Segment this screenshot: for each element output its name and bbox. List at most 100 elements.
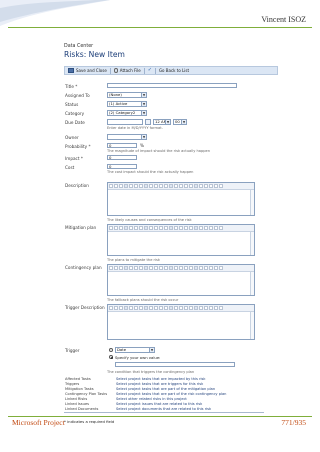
related-link-affected-tasks[interactable]: Select project tasks that are impacted b… bbox=[116, 377, 206, 381]
due-date-hint: Enter date in M/D/YYYY format. bbox=[107, 126, 163, 130]
description-label: Description bbox=[65, 183, 89, 188]
rich-text-toolbar bbox=[108, 305, 254, 312]
due-date-label: Due Date bbox=[65, 120, 85, 125]
chevron-down-icon: ▼ bbox=[141, 102, 146, 106]
header-swoosh-graphic bbox=[0, 0, 110, 26]
trigger-own-value-label: Specify your own value: bbox=[115, 355, 161, 360]
related-link-mitigation-tasks[interactable]: Select project tasks that are part of th… bbox=[116, 387, 215, 391]
probability-label: Probability * bbox=[65, 144, 91, 149]
scrollbar[interactable] bbox=[250, 232, 254, 255]
go-back-to-list-label: Go Back to List bbox=[158, 68, 190, 73]
description-hint: The likely causes and consequences of th… bbox=[107, 218, 192, 222]
category-value: (2) Category2 bbox=[109, 110, 136, 115]
save-icon bbox=[68, 68, 74, 73]
cost-input[interactable]: 0 bbox=[107, 164, 137, 169]
page-title: Risks: New Item bbox=[64, 50, 125, 59]
rich-text-toolbar bbox=[108, 265, 254, 272]
related-label: Linked Risks bbox=[65, 397, 88, 401]
trigger-own-value-radio[interactable] bbox=[109, 355, 113, 359]
go-back-to-list-button[interactable]: Go Back to List bbox=[159, 68, 189, 73]
trigger-hint: The condition that triggers the continge… bbox=[107, 370, 195, 374]
trigger-description-label: Trigger Description bbox=[65, 305, 105, 310]
trigger-label: Trigger bbox=[65, 348, 80, 353]
impact-input[interactable]: 0 bbox=[107, 155, 137, 160]
toolbar-separator bbox=[143, 67, 145, 74]
related-link-linked-documents[interactable]: Select project documents that are relate… bbox=[116, 407, 211, 411]
status-select[interactable]: (1) Active ▼ bbox=[107, 101, 147, 107]
category-select[interactable]: (2) Category2 ▼ bbox=[107, 110, 147, 116]
footer-rule bbox=[8, 416, 312, 417]
trigger-choice-radio[interactable] bbox=[109, 347, 113, 352]
mitigation-plan-editor[interactable] bbox=[107, 224, 255, 256]
status-value: (1) Active bbox=[109, 101, 128, 106]
trigger-description-editor[interactable] bbox=[107, 304, 255, 340]
spelling-button[interactable]: ✓ bbox=[148, 68, 152, 73]
attach-file-button[interactable]: Attach File bbox=[113, 68, 141, 73]
scrollbar[interactable] bbox=[250, 272, 254, 295]
assigned-to-select[interactable]: (None) ▼ bbox=[107, 92, 147, 98]
owner-select[interactable]: ▼ bbox=[107, 134, 147, 140]
related-label: Contingency Plan Tasks bbox=[65, 392, 108, 396]
probability-input[interactable]: 0 bbox=[107, 143, 137, 148]
document-header: Vincent ISOZ bbox=[0, 0, 320, 28]
footer-page-number: 771/935 bbox=[281, 418, 306, 427]
assigned-to-value: (None) bbox=[109, 92, 122, 97]
rich-text-toolbar bbox=[108, 225, 254, 232]
owner-label: Owner bbox=[65, 135, 79, 140]
probability-hint: The magnitude of impact should the risk … bbox=[107, 149, 211, 153]
due-minute-select[interactable]: 00 ▼ bbox=[173, 119, 187, 125]
chevron-down-icon: ▼ bbox=[141, 111, 146, 115]
title-input[interactable] bbox=[107, 83, 237, 88]
chevron-down-icon: ▼ bbox=[149, 348, 154, 352]
scrollbar[interactable] bbox=[250, 312, 254, 339]
spelling-icon: ✓ bbox=[147, 67, 152, 73]
document-footer: Microsoft Project 771/935 bbox=[0, 416, 320, 452]
status-label: Status bbox=[65, 102, 79, 107]
save-and-close-label: Save and Close bbox=[76, 68, 107, 73]
trigger-select-value: Date bbox=[117, 347, 127, 352]
assigned-to-label: Assigned To bbox=[65, 93, 90, 98]
trigger-own-value-input[interactable] bbox=[115, 362, 235, 367]
contingency-plan-label: Contingency plan bbox=[65, 265, 102, 270]
contingency-plan-editor[interactable] bbox=[107, 264, 255, 296]
new-item-form-page: Data Center Risks: New Item Save and Clo… bbox=[62, 41, 278, 413]
scrollbar[interactable] bbox=[250, 190, 254, 215]
cost-hint: The cost impact should the risk actually… bbox=[107, 170, 194, 174]
attach-file-label: Attach File bbox=[119, 68, 141, 73]
impact-label: Impact * bbox=[65, 156, 83, 161]
footer-product: Microsoft Project bbox=[12, 418, 65, 427]
mitigation-plan-label: Mitigation plan bbox=[65, 225, 97, 230]
trigger-select[interactable]: Date ▼ bbox=[115, 347, 155, 353]
save-and-close-button[interactable]: Save and Close bbox=[68, 68, 107, 73]
related-link-triggers[interactable]: Select project tasks that are triggers f… bbox=[116, 382, 203, 386]
related-label: Triggers bbox=[65, 382, 80, 386]
breadcrumb[interactable]: Data Center bbox=[64, 44, 93, 49]
due-date-input[interactable] bbox=[107, 119, 143, 125]
related-link-linked-risks[interactable]: Select other related risks in this proje… bbox=[116, 397, 187, 401]
chevron-down-icon: ▼ bbox=[165, 120, 170, 124]
paperclip-icon bbox=[113, 68, 118, 73]
header-rule bbox=[8, 27, 312, 28]
mitigation-plan-hint: The plans to mitigate the risk bbox=[107, 258, 160, 262]
contingency-plan-hint: The fallback plans should the risk occur bbox=[107, 298, 179, 302]
toolbar-separator bbox=[109, 67, 111, 74]
calendar-icon[interactable] bbox=[145, 118, 151, 125]
form-toolbar: Save and Close Attach File ✓ Go Back to … bbox=[64, 66, 278, 75]
percent-unit: % bbox=[140, 143, 144, 148]
due-minute-value: 00 bbox=[175, 119, 180, 124]
rich-text-toolbar bbox=[108, 183, 254, 190]
related-link-contingency-plan-tasks[interactable]: Select project tasks that are part of th… bbox=[116, 392, 226, 396]
chevron-down-icon: ▼ bbox=[141, 93, 146, 97]
description-editor[interactable] bbox=[107, 182, 255, 216]
related-label: Affected Tasks bbox=[65, 377, 91, 381]
category-label: Category bbox=[65, 111, 85, 116]
chevron-down-icon: ▼ bbox=[181, 120, 186, 124]
related-label: Mitigation Tasks bbox=[65, 387, 94, 391]
toolbar-separator bbox=[154, 67, 156, 74]
related-label: Linked Issues bbox=[65, 402, 90, 406]
title-label: Title * bbox=[65, 84, 78, 89]
due-hour-select[interactable]: 12 AM ▼ bbox=[153, 119, 171, 125]
document-author: Vincent ISOZ bbox=[261, 15, 306, 24]
related-link-linked-issues[interactable]: Select project issues that are related t… bbox=[116, 402, 202, 406]
cost-label: Cost bbox=[65, 165, 75, 170]
